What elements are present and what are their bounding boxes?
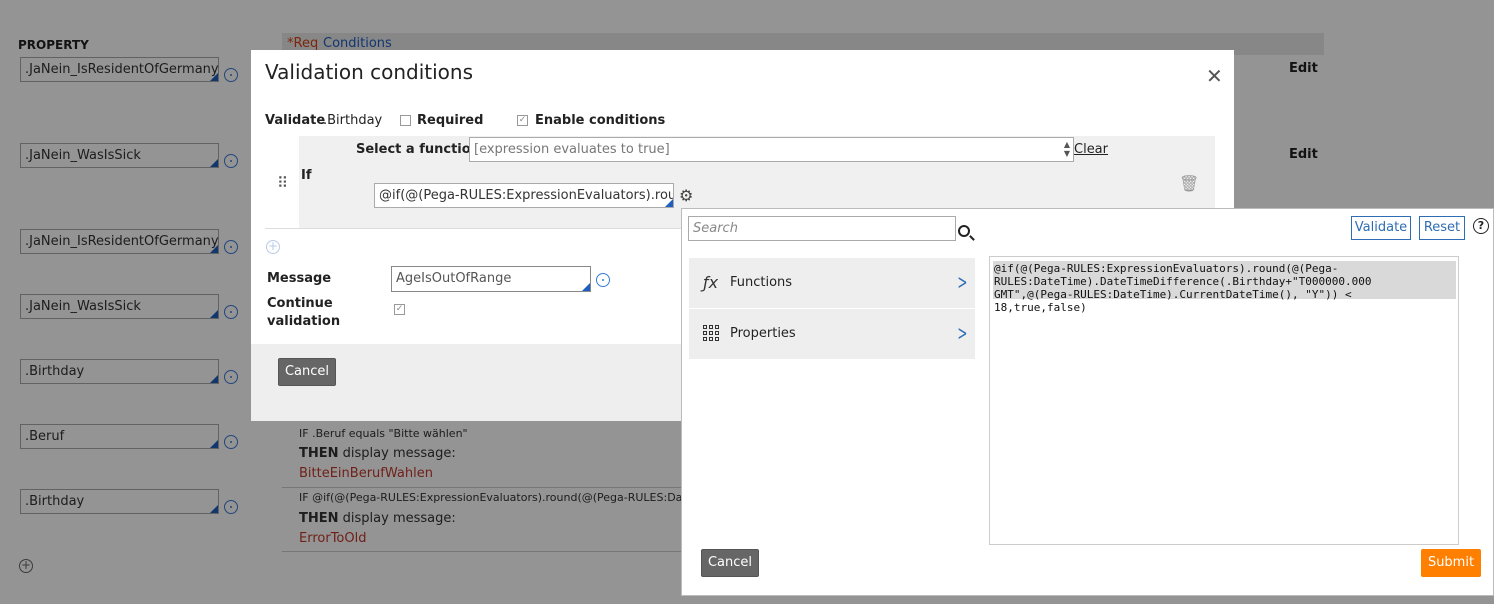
dialog-title: Validation conditions [265, 60, 474, 84]
chevron-right-icon: > [957, 270, 968, 294]
if-label: If [301, 168, 312, 183]
enable-conditions-label: Enable conditions [535, 113, 666, 128]
add-condition-icon[interactable]: + [266, 240, 280, 254]
expression-editor[interactable]: @if(@(Pega-RULES:ExpressionEvaluators).r… [989, 256, 1459, 545]
builder-cancel-button[interactable]: Cancel [701, 549, 759, 577]
divider [265, 228, 695, 229]
code-line: 18,true,false) [994, 301, 1087, 314]
select-function-label: Select a function [356, 142, 480, 157]
search-icon[interactable] [958, 225, 970, 237]
required-checkbox[interactable] [400, 115, 411, 126]
code-line: RULES:DateTime).DateTimeDifference(.Birt… [994, 275, 1372, 288]
search-input[interactable]: Search [688, 216, 956, 241]
validate-label: Validate [265, 113, 326, 128]
message-label: Message [267, 271, 332, 286]
validate-button[interactable]: Validate [1351, 216, 1411, 240]
code-line: @if(@(Pega-RULES:ExpressionEvaluators).r… [994, 262, 1339, 275]
clear-link[interactable]: Clear [1074, 142, 1108, 157]
expression-builder-panel: Search Validate Reset ? ƒx Functions > P… [681, 208, 1494, 596]
validate-value: .Birthday [323, 113, 383, 128]
gear-icon[interactable]: ⚙ [679, 188, 693, 204]
required-label: Required [417, 113, 484, 128]
code-line: GMT",@(Pega-RULES:DateTime).CurrentDateT… [994, 288, 1352, 301]
select-function-dropdown[interactable]: [expression evaluates to true] ▲ ▼ [469, 137, 1074, 162]
drag-handle-icon[interactable]: ⠿ [277, 174, 288, 192]
continue-validation-checkbox[interactable]: ✓ [394, 304, 405, 315]
expression-input[interactable]: @if(@(Pega-RULES:ExpressionEvaluators).r… [374, 183, 674, 208]
grid-icon [703, 325, 719, 341]
nav-item-properties[interactable]: Properties > [689, 309, 975, 359]
function-icon: ƒx [703, 273, 719, 292]
trash-icon[interactable]: 🗑 [1179, 174, 1199, 193]
nav-item-label: Functions [730, 275, 793, 290]
enable-conditions-checkbox[interactable]: ✓ [517, 115, 528, 126]
help-icon[interactable]: ? [1473, 218, 1489, 234]
message-input[interactable]: AgeIsOutOfRange [391, 266, 591, 292]
chevron-updown-icon: ▲ ▼ [1063, 140, 1070, 158]
reset-button[interactable]: Reset [1419, 216, 1465, 240]
chevron-right-icon: > [957, 321, 968, 345]
continue-validation-label: Continue validation [267, 296, 341, 329]
nav-item-functions[interactable]: ƒx Functions > [689, 258, 975, 308]
target-icon[interactable] [596, 273, 610, 287]
cancel-button[interactable]: Cancel [278, 358, 336, 386]
select-function-value: [expression evaluates to true] [474, 142, 670, 157]
nav-item-label: Properties [730, 326, 796, 341]
submit-button[interactable]: Submit [1421, 549, 1481, 577]
close-icon[interactable]: ✕ [1206, 66, 1223, 86]
